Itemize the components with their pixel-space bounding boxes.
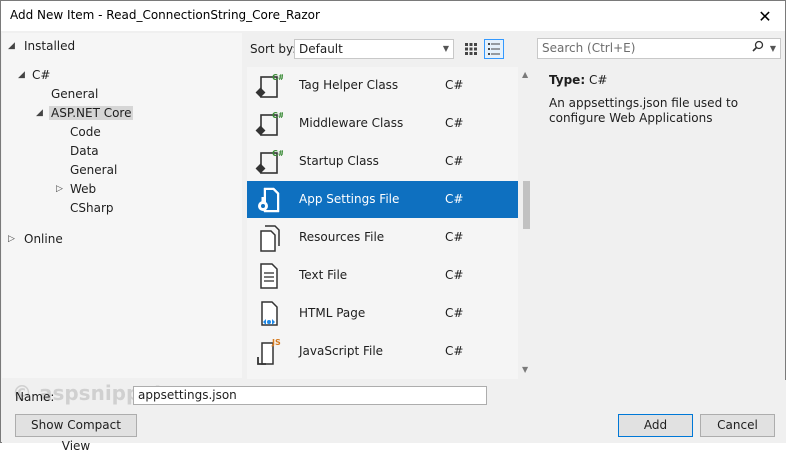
- tree-item-general-2[interactable]: General: [70, 161, 117, 180]
- close-button[interactable]: ✕: [745, 1, 785, 31]
- text-file-icon: [260, 263, 278, 289]
- list-item-app-settings-file[interactable]: App Settings File C#: [247, 181, 518, 218]
- html-page-icon: [261, 301, 278, 326]
- window-title: Add New Item - Read_ConnectionString_Cor…: [10, 8, 320, 22]
- item-name: Text File: [299, 268, 348, 282]
- medium-icons-view-button[interactable]: [461, 39, 481, 59]
- button-label: Add: [643, 418, 668, 432]
- scroll-up-icon[interactable]: ▲: [522, 70, 528, 79]
- item-language: C#: [445, 192, 464, 206]
- tree-item-label: General: [70, 163, 118, 177]
- details-panel: Type: C# An appsettings.json file used t…: [549, 73, 779, 126]
- tree-item-installed[interactable]: ◢ Installed: [8, 37, 75, 56]
- item-name: HTML Page: [299, 306, 366, 320]
- sort-by-value: Default: [299, 42, 343, 56]
- item-language: C#: [445, 306, 464, 320]
- list-item-text-file[interactable]: Text File C#: [247, 257, 518, 294]
- item-name: JavaScript File: [299, 344, 384, 358]
- tree-item-web[interactable]: ▷ Web: [56, 180, 96, 199]
- item-name: Middleware Class: [299, 116, 404, 130]
- search-placeholder: Search (Ctrl+E): [542, 41, 636, 55]
- tree-item-label: ASP.NET Core: [49, 106, 134, 120]
- button-label: Cancel: [717, 418, 758, 432]
- caret-expanded-icon: ◢: [36, 108, 43, 118]
- caret-collapsed-icon: ▷: [8, 234, 15, 244]
- class-csharp-icon: C#: [255, 73, 283, 98]
- close-icon: ✕: [758, 6, 772, 26]
- search-input[interactable]: Search (Ctrl+E) ▼: [537, 38, 781, 59]
- svg-text:C#: C#: [272, 111, 283, 120]
- svg-text:C#: C#: [272, 149, 283, 158]
- svg-text:JS: JS: [271, 338, 281, 347]
- item-name: App Settings File: [299, 192, 400, 206]
- list-item-resources-file[interactable]: Resources File C#: [247, 219, 518, 256]
- item-description: An appsettings.json file used to configu…: [549, 96, 739, 125]
- javascript-file-icon: JS: [257, 338, 281, 365]
- item-language: C#: [445, 344, 464, 358]
- cancel-button[interactable]: Cancel: [700, 414, 775, 437]
- tree-item-csharp-folder[interactable]: CSharp: [70, 199, 114, 218]
- add-button[interactable]: Add: [618, 414, 693, 437]
- scroll-down-icon[interactable]: ▼: [522, 365, 528, 374]
- item-language: C#: [445, 230, 464, 244]
- sort-by-label: Sort by:: [250, 42, 297, 56]
- tree-item-label: C#: [32, 68, 51, 82]
- footer: © aspsnippets.com Name: appsettings.json…: [2, 380, 786, 453]
- tree-item-aspnet-core[interactable]: ◢ ASP.NET Core: [36, 104, 134, 123]
- caret-collapsed-icon: ▷: [56, 184, 63, 194]
- tree-item-csharp[interactable]: ◢ C#: [18, 66, 50, 85]
- list-item-startup-class[interactable]: C# Startup Class C#: [247, 143, 518, 180]
- tree-item-online[interactable]: ▷ Online: [8, 230, 63, 249]
- svg-text:C#: C#: [272, 73, 283, 82]
- add-new-item-dialog: Add New Item - Read_ConnectionString_Cor…: [0, 0, 786, 453]
- button-label: Show Compact View: [31, 418, 121, 453]
- search-icon: [752, 39, 764, 58]
- caret-expanded-icon: ◢: [8, 41, 15, 51]
- class-csharp-icon: C#: [255, 149, 283, 174]
- tree-item-general[interactable]: General: [51, 85, 98, 104]
- resources-file-icon: [260, 225, 280, 252]
- tree-item-label: Online: [24, 232, 63, 246]
- list-item-tag-helper-class[interactable]: C# Tag Helper Class C#: [247, 67, 518, 104]
- show-compact-view-button[interactable]: Show Compact View: [15, 414, 137, 453]
- tree-item-data[interactable]: Data: [70, 142, 99, 161]
- scroll-thumb[interactable]: [523, 181, 530, 229]
- tree-item-label: Installed: [24, 39, 76, 53]
- item-language: C#: [445, 268, 464, 282]
- tree-item-label: Web: [70, 182, 97, 196]
- item-name: Startup Class: [299, 154, 379, 168]
- tree-item-label: Data: [70, 144, 99, 158]
- class-csharp-icon: C#: [255, 111, 283, 136]
- name-field[interactable]: appsettings.json: [133, 386, 487, 405]
- item-name: Tag Helper Class: [299, 78, 399, 92]
- item-name: Resources File: [299, 230, 385, 244]
- name-label: Name:: [15, 390, 55, 404]
- list-view-button[interactable]: [484, 39, 504, 59]
- template-list: C# Tag Helper Class C# C# Middleware Cla…: [247, 67, 535, 379]
- list-item-html-page[interactable]: HTML Page C#: [247, 295, 518, 332]
- settings-file-icon: [258, 187, 280, 213]
- type-label: Type:: [549, 73, 586, 87]
- caret-expanded-icon: ◢: [18, 70, 25, 80]
- tree-item-label: CSharp: [70, 201, 114, 215]
- chevron-down-icon: ▼: [769, 44, 776, 53]
- type-value: C#: [588, 73, 608, 87]
- tree-item-code[interactable]: Code: [70, 123, 101, 142]
- tree-item-label: General: [51, 87, 99, 101]
- grid-view-icon: [465, 43, 477, 55]
- name-value: appsettings.json: [138, 388, 237, 402]
- template-tree: ◢ Installed ◢ C# General ◢ ASP.NET Core …: [2, 33, 242, 378]
- item-language: C#: [445, 154, 464, 168]
- list-item-middleware-class[interactable]: C# Middleware Class C#: [247, 105, 518, 142]
- chevron-down-icon: ▼: [442, 44, 449, 53]
- tree-item-label: Code: [70, 125, 101, 139]
- item-language: C#: [445, 116, 464, 130]
- list-item-javascript-file[interactable]: JS JavaScript File C#: [247, 333, 518, 370]
- sort-by-dropdown[interactable]: Default ▼: [294, 39, 454, 59]
- title-bar: Add New Item - Read_ConnectionString_Cor…: [1, 1, 785, 31]
- list-scrollbar[interactable]: ▲ ▼: [518, 67, 535, 379]
- type-line: Type: C#: [549, 73, 779, 87]
- item-language: C#: [445, 78, 464, 92]
- list-view-icon: [488, 43, 500, 55]
